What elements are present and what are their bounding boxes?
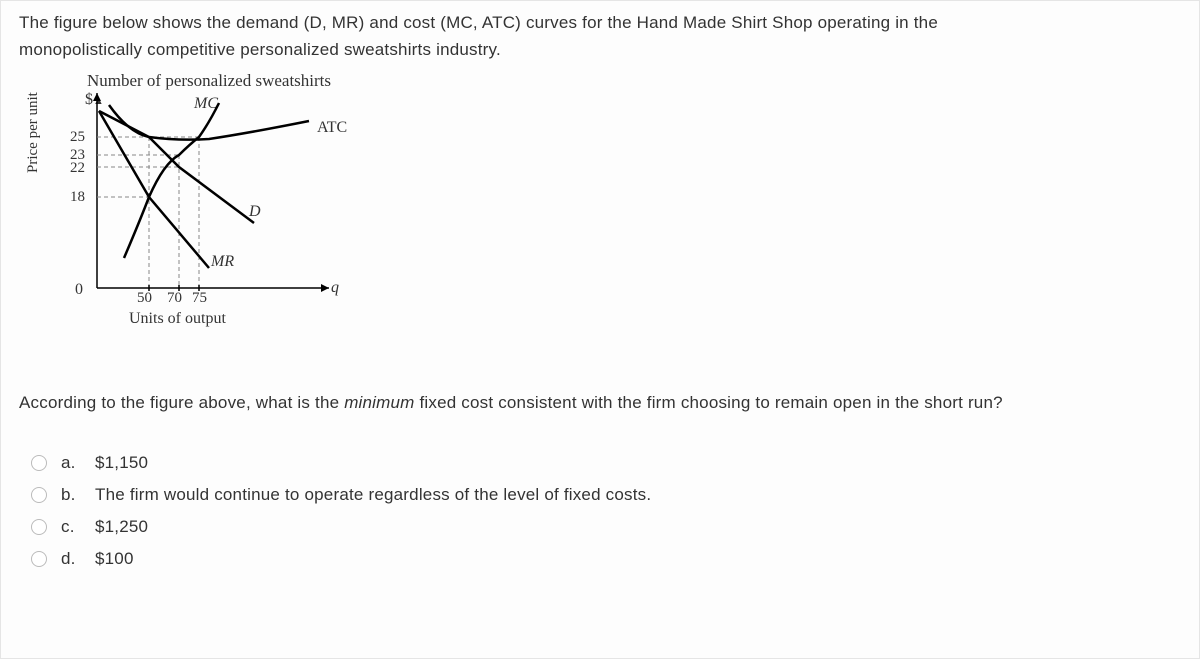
- option-a[interactable]: a. $1,150: [31, 447, 1181, 479]
- option-letter: d.: [61, 549, 81, 569]
- radio-icon[interactable]: [31, 455, 47, 471]
- radio-icon[interactable]: [31, 519, 47, 535]
- y-tick-22: 22: [57, 160, 85, 177]
- y-tick-25: 25: [57, 129, 85, 146]
- option-text: The firm would continue to operate regar…: [95, 485, 651, 505]
- question-text: According to the figure above, what is t…: [19, 389, 1181, 416]
- prompt-line-1: The figure below shows the demand (D, MR…: [19, 13, 938, 32]
- option-letter: c.: [61, 517, 81, 537]
- figure: Number of personalized sweatshirts Price…: [39, 71, 379, 361]
- figure-title: Number of personalized sweatshirts: [39, 71, 379, 91]
- option-letter: b.: [61, 485, 81, 505]
- y-tick-18: 18: [57, 189, 85, 206]
- question-container: The figure below shows the demand (D, MR…: [0, 0, 1200, 659]
- y-axis-label: Price per unit: [25, 93, 42, 174]
- options-list: a. $1,150 b. The firm would continue to …: [31, 447, 1181, 575]
- option-text: $1,250: [95, 517, 148, 537]
- option-letter: a.: [61, 453, 81, 473]
- x-axis-label: Units of output: [129, 310, 226, 328]
- question-emphasis: minimum: [344, 393, 414, 412]
- question-prefix: According to the figure above, what is t…: [19, 393, 344, 412]
- chart: Price per unit $▲ 25 23 22 18 0 50 70 75…: [39, 93, 379, 333]
- chart-svg: [89, 93, 349, 293]
- option-b[interactable]: b. The firm would continue to operate re…: [31, 479, 1181, 511]
- prompt-text: The figure below shows the demand (D, MR…: [19, 9, 1181, 63]
- option-d[interactable]: d. $100: [31, 543, 1181, 575]
- origin-label: 0: [75, 281, 83, 299]
- option-c[interactable]: c. $1,250: [31, 511, 1181, 543]
- question-suffix: fixed cost consistent with the firm choo…: [415, 393, 1003, 412]
- radio-icon[interactable]: [31, 487, 47, 503]
- prompt-line-2: monopolistically competitive personalize…: [19, 40, 501, 59]
- option-text: $1,150: [95, 453, 148, 473]
- option-text: $100: [95, 549, 134, 569]
- radio-icon[interactable]: [31, 551, 47, 567]
